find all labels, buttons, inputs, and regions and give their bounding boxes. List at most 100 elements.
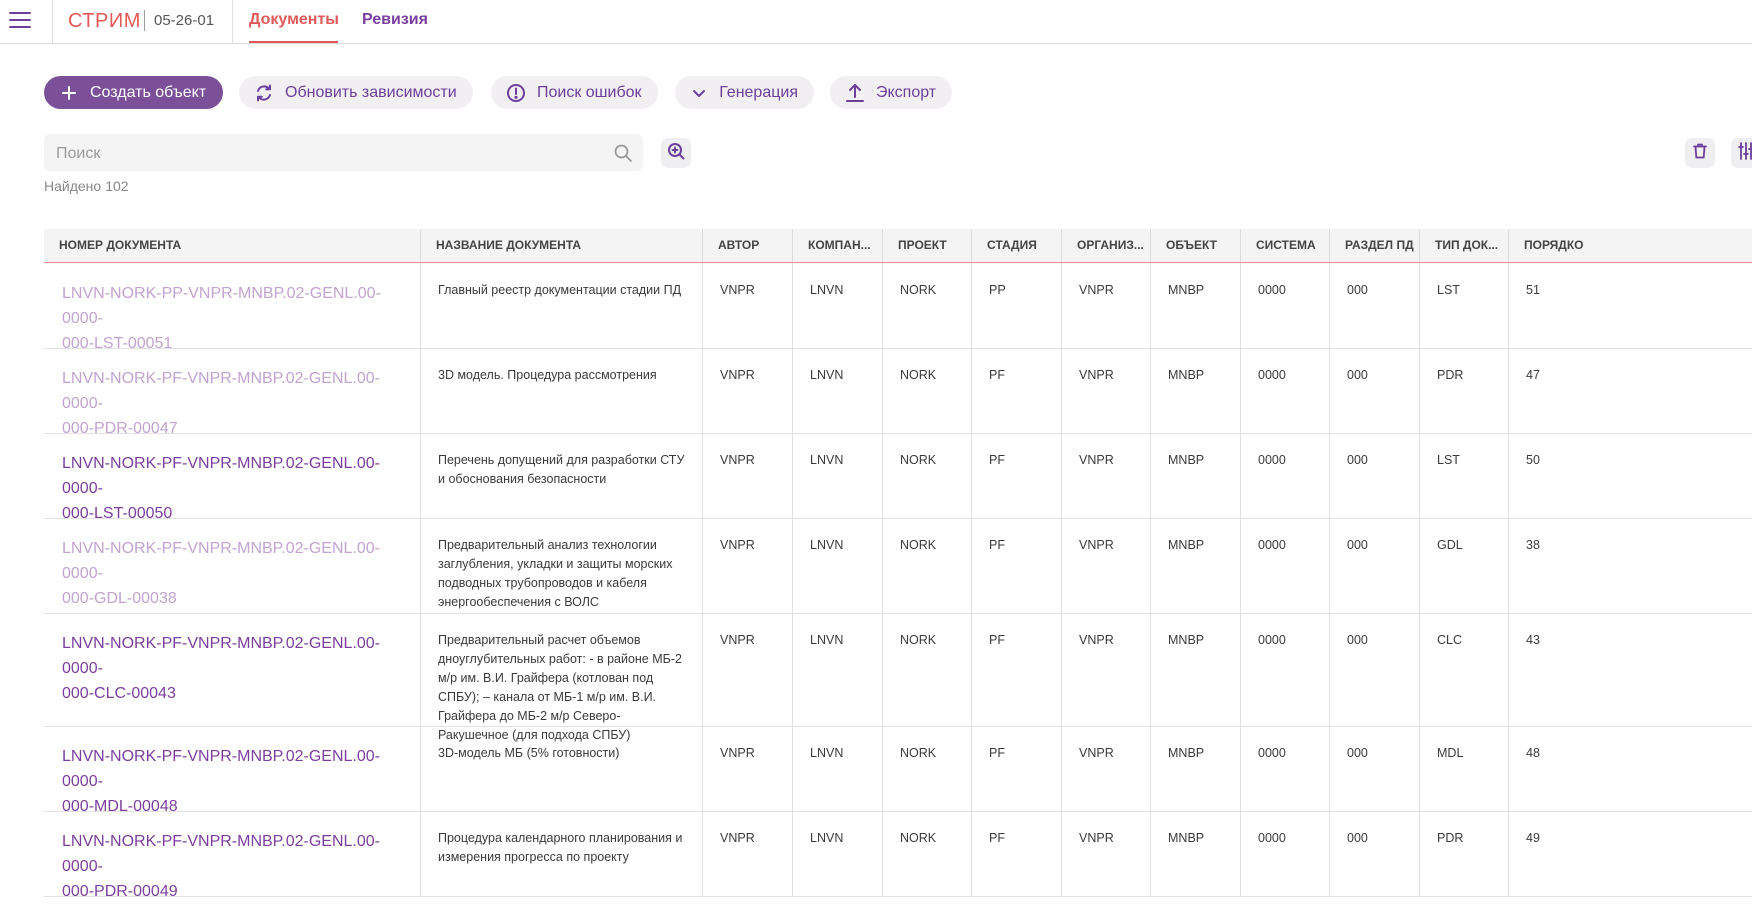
cell-stage: PF <box>971 811 1061 896</box>
cell-type: LST <box>1419 263 1508 348</box>
header-doc-type[interactable]: ТИП ДОК... <box>1419 229 1508 262</box>
upload-icon <box>844 82 866 104</box>
results-count: Найдено 102 <box>44 178 133 194</box>
search-input[interactable] <box>54 134 598 173</box>
cell-company: LNVN <box>792 518 882 613</box>
document-number-line: LNVN-NORK-PF-VNPR-MNBP.02-GENL.00-0000- <box>62 833 380 875</box>
table-header: НОМЕР ДОКУМЕНТА НАЗВАНИЕ ДОКУМЕНТА АВТОР КО… <box>44 229 1752 263</box>
cell-object: MNBP <box>1150 433 1240 518</box>
export-label: Экспорт <box>876 83 937 101</box>
document-number-line: LNVN-NORK-PF-VNPR-MNBP.02-GENL.00-0000- <box>62 540 380 582</box>
document-number-line: LNVN-NORK-PF-VNPR-MNBP.02-GENL.00-0000- <box>62 748 380 790</box>
create-object-button[interactable]: Создать объект <box>44 76 223 109</box>
cell-system: 0000 <box>1240 518 1329 613</box>
create-object-label: Создать объект <box>90 83 207 101</box>
document-number-cell: LNVN-NORK-PF-VNPR-MNBP.02-GENL.00-0000- 0… <box>44 348 420 437</box>
cell-company: LNVN <box>792 726 882 811</box>
search-icon[interactable] <box>613 143 633 163</box>
header-system[interactable]: СИСТЕМА <box>1240 229 1329 262</box>
cell-system: 0000 <box>1240 348 1329 433</box>
cell-stage: PF <box>971 726 1061 811</box>
cell-org: VNPR <box>1061 811 1150 896</box>
document-number-cell: LNVN-NORK-PF-VNPR-MNBP.02-GENL.00-0000- 0… <box>44 518 420 613</box>
header-stage[interactable]: СТАДИЯ <box>971 229 1061 262</box>
document-number-cell: LNVN-NORK-PF-VNPR-MNBP.02-GENL.00-0000- 0… <box>44 433 420 522</box>
header-section[interactable]: РАЗДЕЛ ПД <box>1329 229 1419 262</box>
document-number-link[interactable]: LNVN-NORK-PF-VNPR-MNBP.02-GENL.00-0000- 0… <box>62 366 406 441</box>
table-row[interactable]: LNVN-NORK-PP-VNPR-MNBP.02-GENL.00-0000- 0… <box>44 263 1752 352</box>
cell-author: VNPR <box>702 613 792 726</box>
cell-stage: PF <box>971 613 1061 726</box>
divider <box>52 0 53 43</box>
cell-section: 000 <box>1329 348 1419 433</box>
header-organization[interactable]: ОРГАНИЗ... <box>1061 229 1150 262</box>
table-row[interactable]: LNVN-NORK-PF-VNPR-MNBP.02-GENL.00-0000- 0… <box>44 613 1752 742</box>
tab-documents[interactable]: Документы <box>249 11 339 29</box>
tab-revision[interactable]: Ревизия <box>362 11 428 29</box>
document-number-link[interactable]: LNVN-NORK-PF-VNPR-MNBP.02-GENL.00-0000- 0… <box>62 631 406 706</box>
sliders-icon <box>1736 141 1752 166</box>
cell-company: LNVN <box>792 811 882 896</box>
cell-object: MNBP <box>1150 613 1240 726</box>
cell-stage: PP <box>971 263 1061 348</box>
results-count-label: Найдено <box>44 178 102 194</box>
cell-section: 000 <box>1329 433 1419 518</box>
generation-button[interactable]: Генерация <box>675 76 814 109</box>
document-number-link[interactable]: LNVN-NORK-PF-VNPR-MNBP.02-GENL.00-0000- 0… <box>62 536 406 611</box>
document-number-link[interactable]: LNVN-NORK-PF-VNPR-MNBP.02-GENL.00-0000- 0… <box>62 829 406 904</box>
menu-icon[interactable] <box>9 12 31 29</box>
cell-stage: PF <box>971 433 1061 518</box>
sync-icon <box>253 82 275 104</box>
table-row[interactable]: LNVN-NORK-PF-VNPR-MNBP.02-GENL.00-0000- 0… <box>44 726 1752 815</box>
header-author[interactable]: АВТОР <box>702 229 792 262</box>
results-count-value: 102 <box>105 178 129 194</box>
cell-section: 000 <box>1329 726 1419 811</box>
column-settings-button[interactable] <box>1731 138 1752 168</box>
cell-order: 50 <box>1508 433 1752 518</box>
document-number-link[interactable]: LNVN-NORK-PP-VNPR-MNBP.02-GENL.00-0000- 0… <box>62 281 406 356</box>
cell-author: VNPR <box>702 726 792 811</box>
update-dependencies-button[interactable]: Обновить зависимости <box>239 76 473 109</box>
cell-object: MNBP <box>1150 518 1240 613</box>
document-number-link[interactable]: LNVN-NORK-PF-VNPR-MNBP.02-GENL.00-0000- 0… <box>62 451 406 526</box>
document-number-line: LNVN-NORK-PP-VNPR-MNBP.02-GENL.00-0000- <box>62 285 381 327</box>
top-bar: СТРИМ 05-26-01 Документы Ревизия <box>0 0 1752 44</box>
table-row[interactable]: LNVN-NORK-PF-VNPR-MNBP.02-GENL.00-0000- 0… <box>44 348 1752 437</box>
divider <box>232 0 233 43</box>
cell-company: LNVN <box>792 433 882 518</box>
advanced-search-button[interactable] <box>661 138 691 168</box>
cell-section: 000 <box>1329 263 1419 348</box>
table-row[interactable]: LNVN-NORK-PF-VNPR-MNBP.02-GENL.00-0000- 0… <box>44 518 1752 614</box>
cell-name: Процедура календарного планирования и из… <box>420 811 702 896</box>
export-button[interactable]: Экспорт <box>830 76 952 109</box>
cell-system: 0000 <box>1240 263 1329 348</box>
cell-company: LNVN <box>792 348 882 433</box>
cell-stage: PF <box>971 348 1061 433</box>
cell-type: LST <box>1419 433 1508 518</box>
cell-author: VNPR <box>702 433 792 518</box>
plus-icon <box>58 82 80 104</box>
cell-object: MNBP <box>1150 348 1240 433</box>
cell-system: 0000 <box>1240 726 1329 811</box>
find-errors-button[interactable]: Поиск ошибок <box>491 76 658 109</box>
header-project[interactable]: ПРОЕКТ <box>882 229 971 262</box>
delete-button[interactable] <box>1685 138 1715 168</box>
cell-object: MNBP <box>1150 726 1240 811</box>
cell-project: NORK <box>882 613 971 726</box>
cell-name: Предварительный анализ технологии заглуб… <box>420 518 702 613</box>
header-document-name[interactable]: НАЗВАНИЕ ДОКУМЕНТА <box>420 229 702 262</box>
table-row[interactable]: LNVN-NORK-PF-VNPR-MNBP.02-GENL.00-0000- 0… <box>44 433 1752 522</box>
app-brand: СТРИМ <box>68 10 141 32</box>
header-document-number[interactable]: НОМЕР ДОКУМЕНТА <box>44 229 420 262</box>
cell-project: NORK <box>882 348 971 433</box>
document-number-link[interactable]: LNVN-NORK-PF-VNPR-MNBP.02-GENL.00-0000- 0… <box>62 744 406 819</box>
cell-author: VNPR <box>702 263 792 348</box>
header-company[interactable]: КОМПАН... <box>792 229 882 262</box>
header-order[interactable]: ПОРЯДКО <box>1508 229 1752 262</box>
cell-author: VNPR <box>702 348 792 433</box>
cell-org: VNPR <box>1061 613 1150 726</box>
table-row[interactable]: LNVN-NORK-PF-VNPR-MNBP.02-GENL.00-0000- 0… <box>44 811 1752 900</box>
cell-section: 000 <box>1329 811 1419 896</box>
header-object[interactable]: ОБЪЕКТ <box>1150 229 1240 262</box>
cell-name: 3D-модель МБ (5% готовности) <box>420 726 702 811</box>
